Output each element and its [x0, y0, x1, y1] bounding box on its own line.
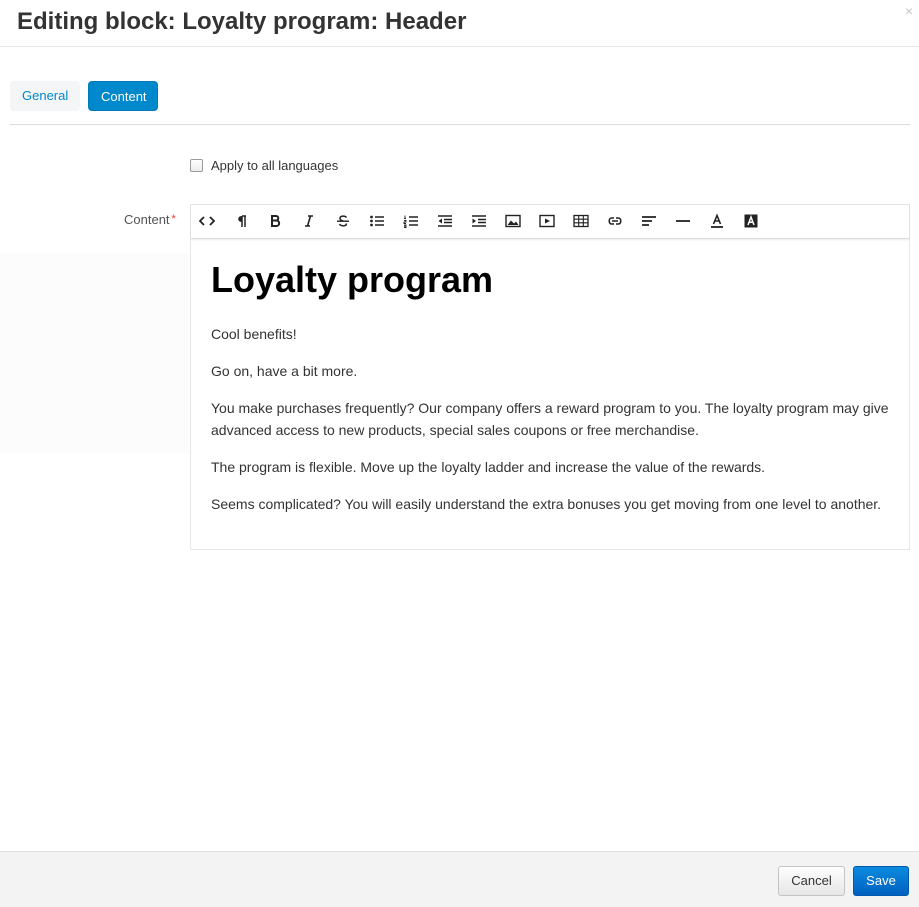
cancel-button[interactable]: Cancel [778, 866, 845, 896]
paragraph: You make purchases frequently? Our compa… [211, 400, 889, 438]
paragraph: The program is flexible. Move up the loy… [211, 459, 766, 475]
content-heading: Loyalty program [211, 259, 494, 300]
html-icon[interactable] [199, 213, 215, 229]
italic-icon[interactable] [301, 213, 317, 229]
rich-text-editor[interactable]: Loyalty program Cool benefits! Go on, ha… [190, 204, 910, 550]
bold-icon[interactable] [267, 213, 283, 229]
font-color-icon[interactable] [709, 213, 725, 229]
dialog-header: Editing block: Loyalty program: Header × [0, 0, 919, 47]
video-icon[interactable] [539, 213, 555, 229]
paragraph: Cool benefits! [211, 326, 297, 342]
background-color-icon[interactable] [743, 213, 759, 229]
close-icon[interactable]: × [905, 3, 913, 19]
indent-icon[interactable] [471, 213, 487, 229]
numbered-list-icon[interactable] [403, 213, 419, 229]
paragraph: Seems complicated? You will easily under… [211, 496, 882, 512]
image-icon[interactable] [505, 213, 521, 229]
apply-all-languages: Apply to all languages [190, 157, 338, 173]
bullet-list-icon[interactable] [369, 213, 385, 229]
dialog-footer: Cancel Save [0, 851, 919, 907]
save-button[interactable]: Save [853, 866, 909, 896]
horizontal-rule-icon[interactable] [675, 213, 691, 229]
table-icon[interactable] [573, 213, 589, 229]
paragraph: Go on, have a bit more. [211, 363, 358, 379]
content-label-text: Content [124, 212, 170, 227]
strikethrough-icon[interactable] [335, 213, 351, 229]
content-field-label: Content * [124, 212, 176, 227]
tab-divider [10, 124, 910, 125]
link-icon[interactable] [607, 213, 623, 229]
dialog-title: Editing block: Loyalty program: Header [17, 8, 467, 35]
apply-all-label[interactable]: Apply to all languages [211, 158, 338, 173]
label-column-shade [0, 253, 190, 453]
outdent-icon[interactable] [437, 213, 453, 229]
apply-all-checkbox[interactable] [190, 158, 203, 172]
paragraph-icon[interactable] [233, 213, 249, 229]
align-icon[interactable] [641, 213, 657, 229]
tab-content[interactable]: Content [88, 81, 158, 111]
tab-general[interactable]: General [10, 81, 80, 111]
required-marker: * [171, 213, 176, 225]
editor-toolbar [191, 205, 909, 239]
